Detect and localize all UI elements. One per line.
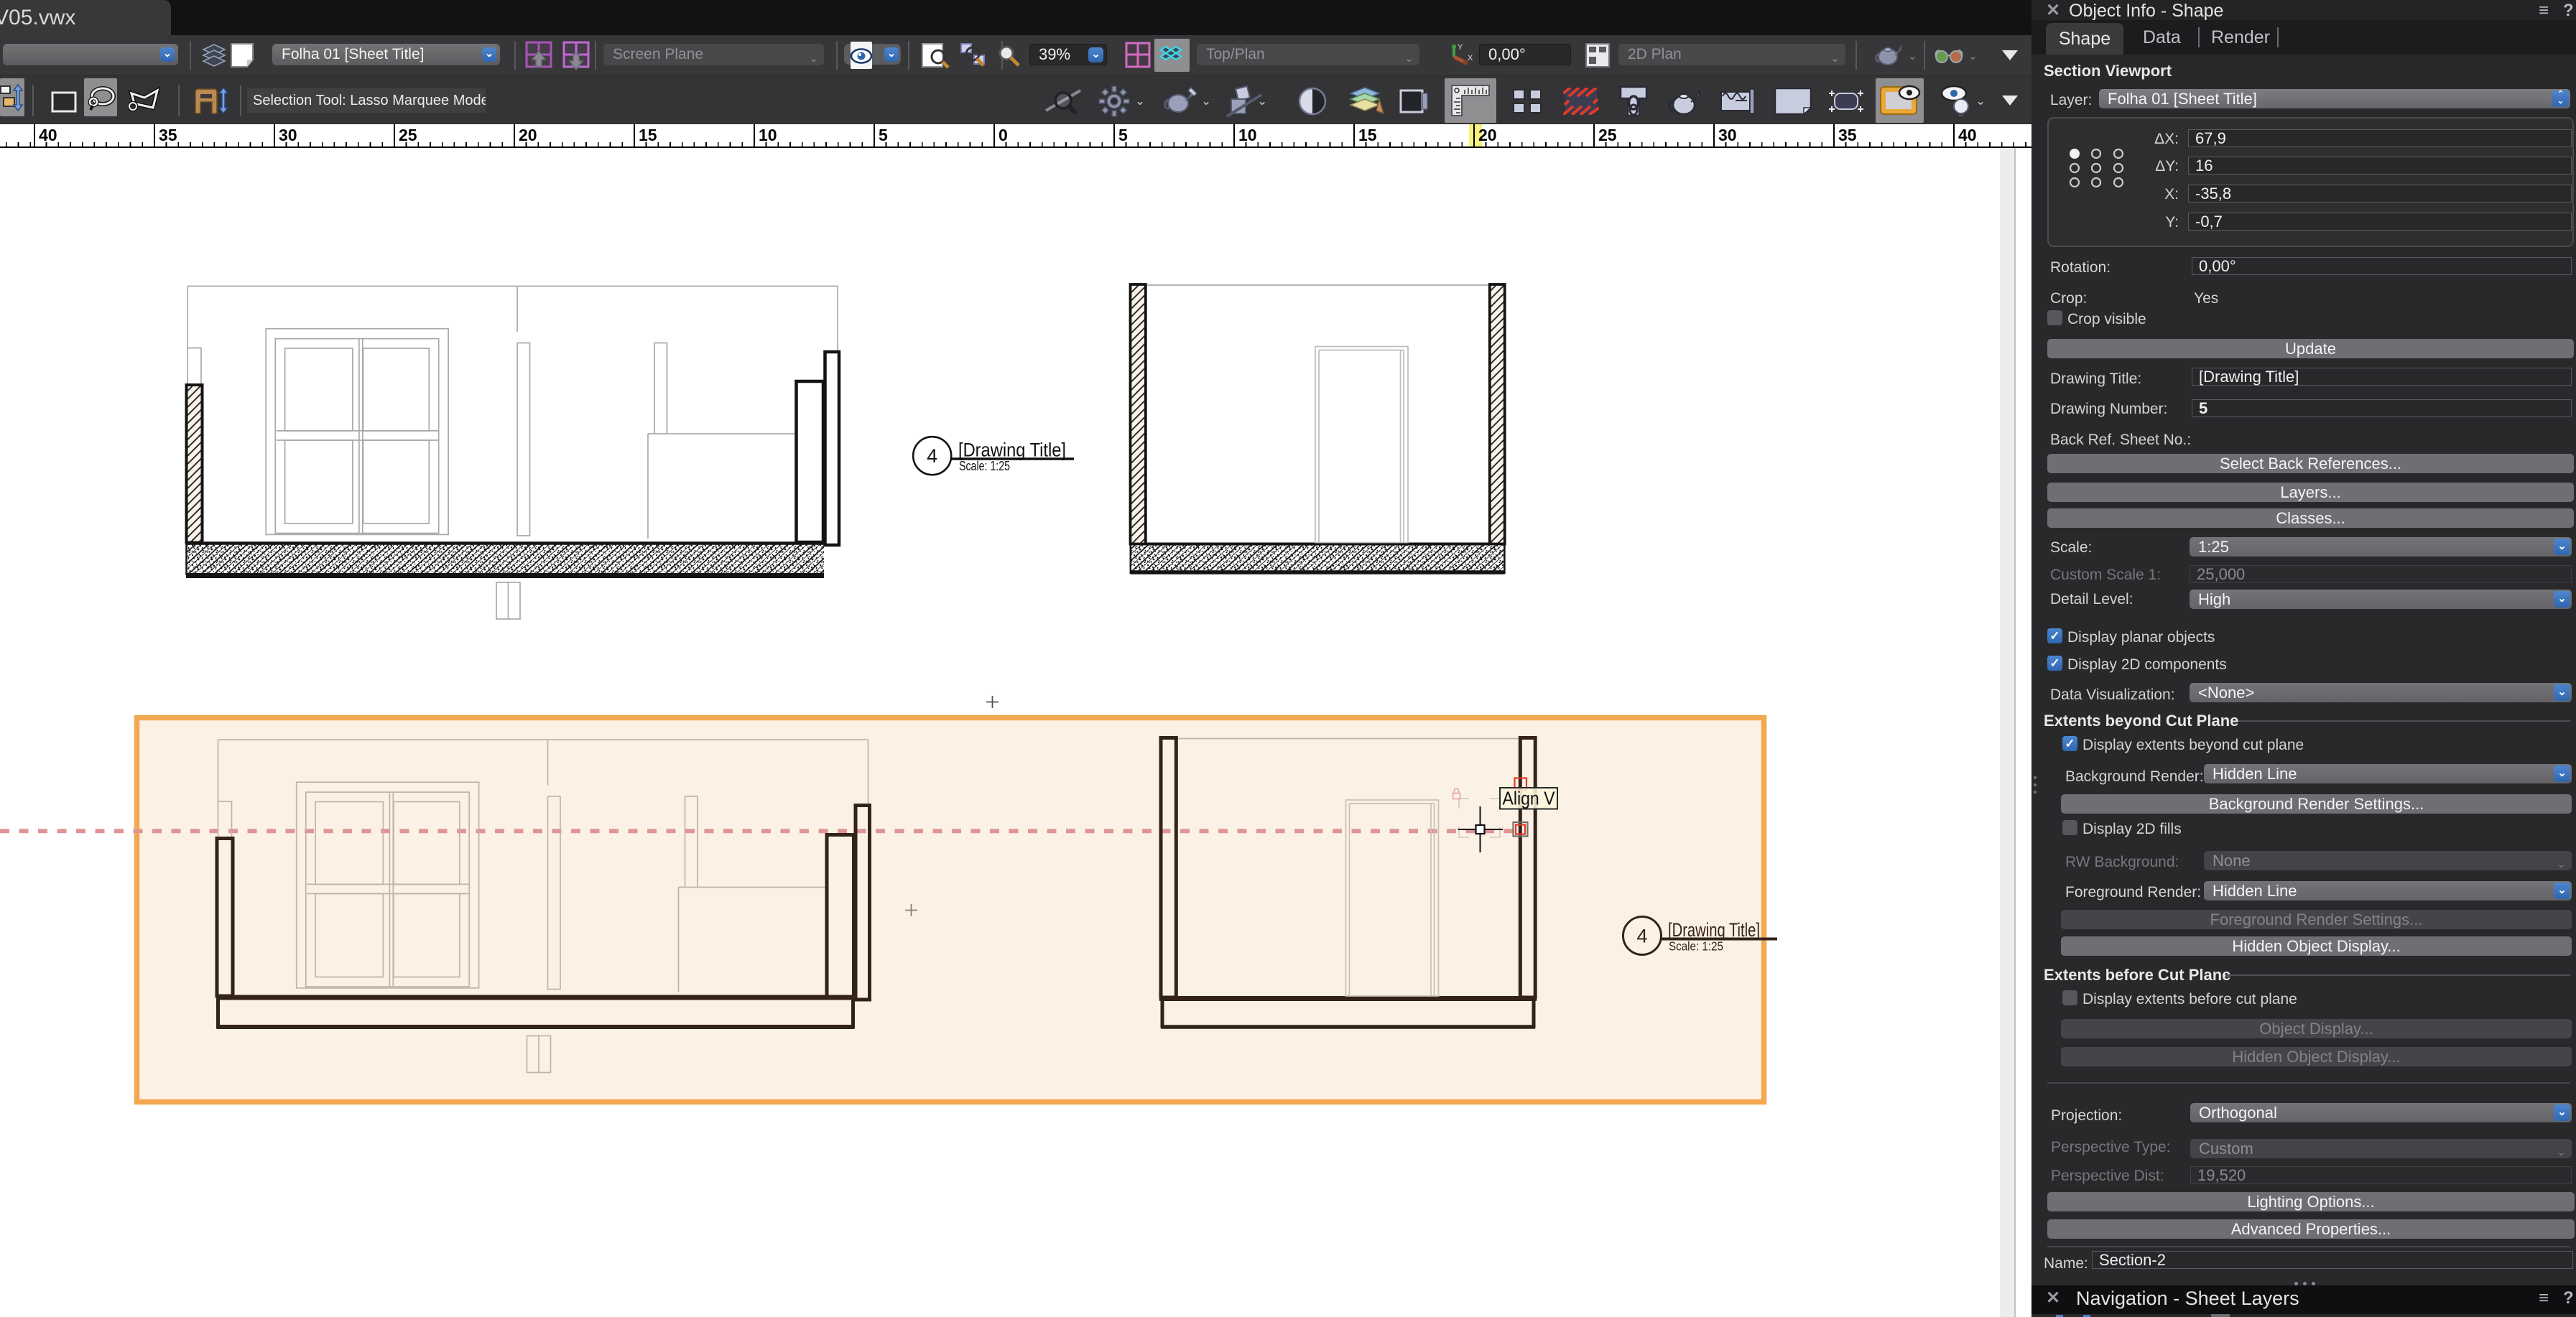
svg-text:Y: Y (1458, 43, 1463, 52)
svg-text:X: X (1468, 54, 1473, 62)
svg-text:[Drawing Title]: [Drawing Title] (958, 439, 1066, 461)
svg-text:Align V: Align V (1503, 788, 1556, 809)
svg-text:[Drawing Title]: [Drawing Title] (1668, 919, 1760, 941)
svg-text:Scale: 1:25: Scale: 1:25 (959, 459, 1010, 473)
svg-text:Scale: 1:25: Scale: 1:25 (1669, 939, 1723, 954)
svg-text:4: 4 (927, 445, 937, 467)
svg-text:4: 4 (1636, 926, 1647, 947)
